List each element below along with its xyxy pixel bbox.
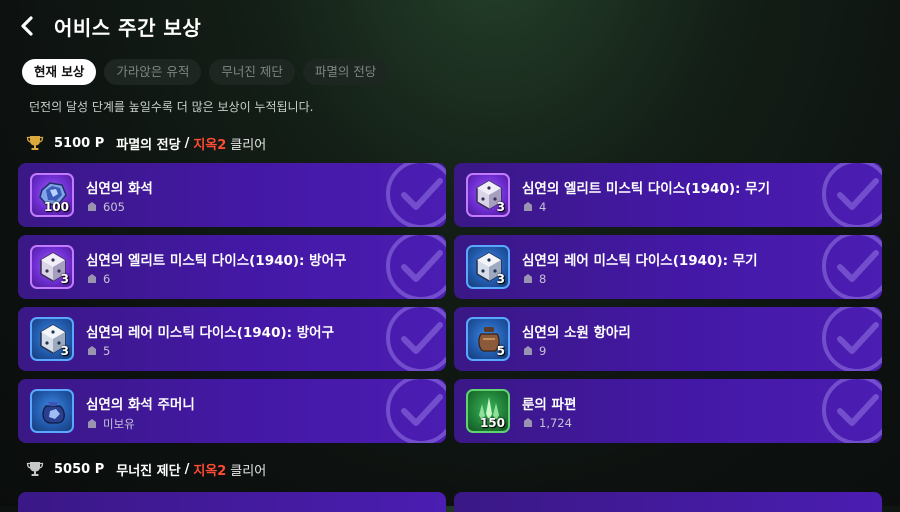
- trophy-icon: [26, 462, 44, 476]
- check-circle-icon: [386, 235, 446, 299]
- reward-card[interactable]: 3 심연의 엘리트 미스틱 다이스(1940): 방어구 6: [18, 235, 446, 299]
- section-dungeon: 무너진 제단: [116, 463, 181, 479]
- section-difficulty: 지옥2: [193, 137, 227, 153]
- header: 어비스 주간 보상: [0, 0, 900, 52]
- section-difficulty: 지옥2: [193, 463, 227, 479]
- inventory-icon: [88, 419, 96, 428]
- inventory-icon: [524, 274, 532, 283]
- chevron-left-icon: [21, 16, 33, 36]
- owned-count: 1,724: [539, 416, 572, 430]
- check-circle-icon: [386, 163, 446, 227]
- tab-sunken-ruins[interactable]: 가라앉은 유적: [104, 59, 202, 85]
- owned-count: 9: [539, 344, 547, 358]
- owned-count: 605: [103, 200, 125, 214]
- reward-owned: 4: [522, 200, 546, 214]
- reward-card[interactable]: 5 심연의 소원 항아리 9: [454, 307, 882, 371]
- reward-card-partial[interactable]: [18, 492, 446, 512]
- check-circle-icon: [386, 307, 446, 371]
- inventory-icon: [88, 274, 96, 283]
- reward-card-partial[interactable]: [454, 492, 882, 512]
- dice-icon: 3: [466, 173, 510, 217]
- owned-count: 8: [539, 272, 547, 286]
- check-circle-icon: [822, 307, 882, 371]
- reward-card[interactable]: 3 심연의 레어 미스틱 다이스(1940): 방어구 5: [18, 307, 446, 371]
- reward-quantity: 3: [60, 344, 69, 358]
- tab-collapsed-altar[interactable]: 무너진 제단: [209, 59, 295, 85]
- reward-card[interactable]: 심연의 화석 주머니 미보유: [18, 379, 446, 443]
- dice-icon: 3: [30, 317, 74, 361]
- section-dungeon: 파멸의 전당: [116, 137, 181, 153]
- inventory-icon: [524, 418, 532, 427]
- pouch-icon: [30, 389, 74, 433]
- reward-owned: 9: [522, 344, 546, 358]
- inventory-icon: [88, 346, 96, 355]
- reward-name: 심연의 화석 주머니: [86, 397, 195, 413]
- reward-quantity: 5: [496, 344, 505, 358]
- reward-owned: 605: [86, 200, 125, 214]
- dice-icon: 3: [466, 245, 510, 289]
- section-header: 5050 P 무너진 제단 / 지옥2 클리어: [26, 459, 266, 479]
- back-button[interactable]: [16, 12, 42, 40]
- reward-owned: 5: [86, 344, 110, 358]
- reward-card[interactable]: 100 심연의 화석 605: [18, 163, 446, 227]
- trophy-icon: [26, 136, 44, 150]
- reward-quantity: 100: [43, 200, 69, 214]
- reward-card[interactable]: 3 심연의 엘리트 미스틱 다이스(1940): 무기 4: [454, 163, 882, 227]
- check-circle-icon: [822, 163, 882, 227]
- rune-shard-icon: 150: [466, 389, 510, 433]
- reward-card[interactable]: 150 룬의 파편 1,724: [454, 379, 882, 443]
- section-separator: /: [184, 135, 190, 151]
- check-circle-icon: [386, 379, 446, 443]
- reward-card[interactable]: 3 심연의 레어 미스틱 다이스(1940): 무기 8: [454, 235, 882, 299]
- section-separator: /: [184, 461, 190, 477]
- reward-name: 심연의 레어 미스틱 다이스(1940): 무기: [522, 253, 758, 269]
- section-points: 5050 P: [54, 461, 105, 477]
- check-circle-icon: [822, 235, 882, 299]
- fossil-icon: 100: [30, 173, 74, 217]
- section-clear-label: 클리어: [230, 137, 267, 153]
- dice-icon: 3: [30, 245, 74, 289]
- reward-grid: 100 심연의 화석 605 3 심연의 엘리트 미스틱 다이스(1940): …: [18, 163, 882, 443]
- reward-quantity: 150: [479, 416, 505, 430]
- owned-count: 5: [103, 344, 111, 358]
- reward-owned: 미보유: [86, 416, 135, 432]
- owned-count: 6: [103, 272, 111, 286]
- inventory-icon: [524, 202, 532, 211]
- reward-name: 심연의 레어 미스틱 다이스(1940): 방어구: [86, 325, 334, 341]
- owned-count: 4: [539, 200, 547, 214]
- reward-name: 룬의 파편: [522, 397, 577, 413]
- jar-icon: 5: [466, 317, 510, 361]
- reward-owned: 1,724: [522, 416, 572, 430]
- page-title: 어비스 주간 보상: [54, 16, 202, 40]
- reward-owned: 6: [86, 272, 110, 286]
- check-circle-icon: [822, 379, 882, 443]
- section-clear-label: 클리어: [230, 463, 267, 479]
- inventory-icon: [524, 346, 532, 355]
- section-header: 5100 P 파멸의 전당 / 지옥2 클리어: [26, 133, 266, 153]
- reward-quantity: 3: [496, 272, 505, 286]
- reward-name: 심연의 엘리트 미스틱 다이스(1940): 방어구: [86, 253, 347, 269]
- reward-owned: 8: [522, 272, 546, 286]
- inventory-icon: [88, 202, 96, 211]
- reward-quantity: 3: [496, 200, 505, 214]
- tab-current-rewards[interactable]: 현재 보상: [22, 59, 97, 85]
- section-points: 5100 P: [54, 135, 105, 151]
- reward-name: 심연의 엘리트 미스틱 다이스(1940): 무기: [522, 181, 770, 197]
- reward-name: 심연의 화석: [86, 181, 153, 197]
- reward-name: 심연의 소원 항아리: [522, 325, 631, 341]
- tab-bar: 현재 보상 가라앉은 유적 무너진 제단 파멸의 전당: [22, 59, 389, 85]
- reward-quantity: 3: [60, 272, 69, 286]
- description-text: 던전의 달성 단계를 높일수록 더 많은 보상이 누적됩니다.: [29, 100, 314, 114]
- tab-hall-of-ruin[interactable]: 파멸의 전당: [302, 59, 389, 85]
- owned-count: 미보유: [103, 417, 135, 431]
